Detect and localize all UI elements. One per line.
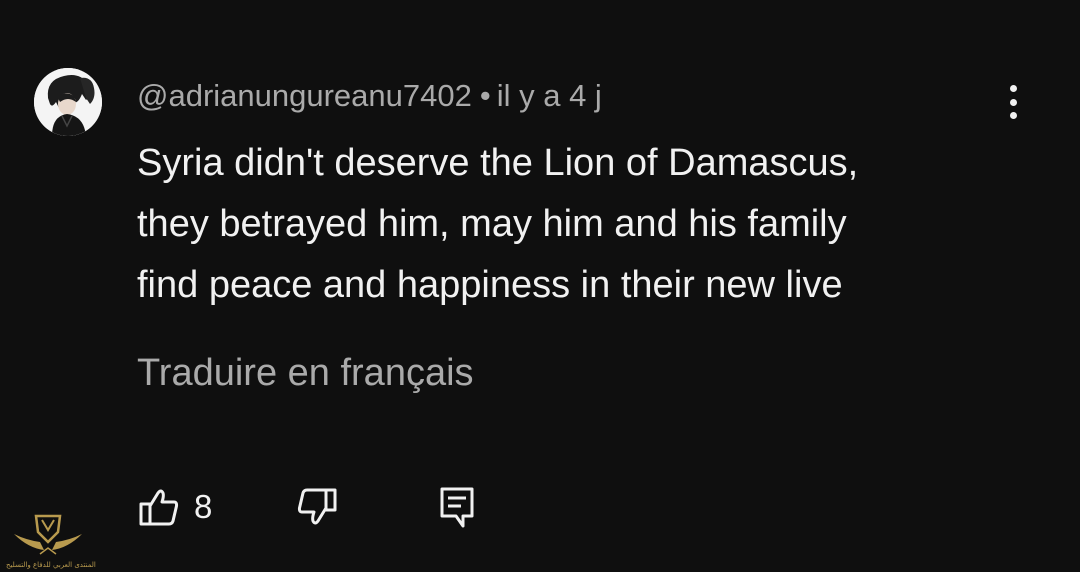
comment-text-line: Syria didn't deserve the Lion of Damascu…: [137, 142, 859, 184]
meta-separator: •: [479, 78, 491, 113]
comment-text: Syria didn't deserve the Lion of Damascu…: [137, 133, 997, 316]
comment-thread: @adrianungureanu7402 • il y a 4 j Syria di…: [0, 0, 1080, 572]
timestamp: il y a 4 j: [496, 78, 602, 113]
avatar[interactable]: [34, 68, 102, 136]
author-name[interactable]: @adrianungureanu7402: [137, 78, 472, 113]
more-vert-icon: [1009, 85, 1017, 92]
dislike-button[interactable]: [296, 486, 338, 533]
reply-comment-icon: [440, 487, 474, 528]
comment-text-line: find peace and happiness in their new li…: [137, 264, 843, 306]
watermark-text: المنتدى العربي للدفاع والتسليح: [6, 561, 96, 569]
like-button[interactable]: 8: [138, 486, 212, 528]
translate-link[interactable]: Traduire en français: [137, 349, 474, 397]
comment-meta: @adrianungureanu7402 • il y a 4 j: [137, 76, 602, 116]
thumb-down-icon: [297, 488, 337, 525]
like-count: 8: [194, 488, 213, 525]
avatar-image: [34, 68, 102, 136]
comment-text-line: they betrayed him, may him and his famil…: [137, 203, 847, 245]
reply-button[interactable]: [439, 486, 475, 535]
thumb-up-icon: [139, 489, 179, 526]
more-options-button[interactable]: [996, 82, 1030, 122]
